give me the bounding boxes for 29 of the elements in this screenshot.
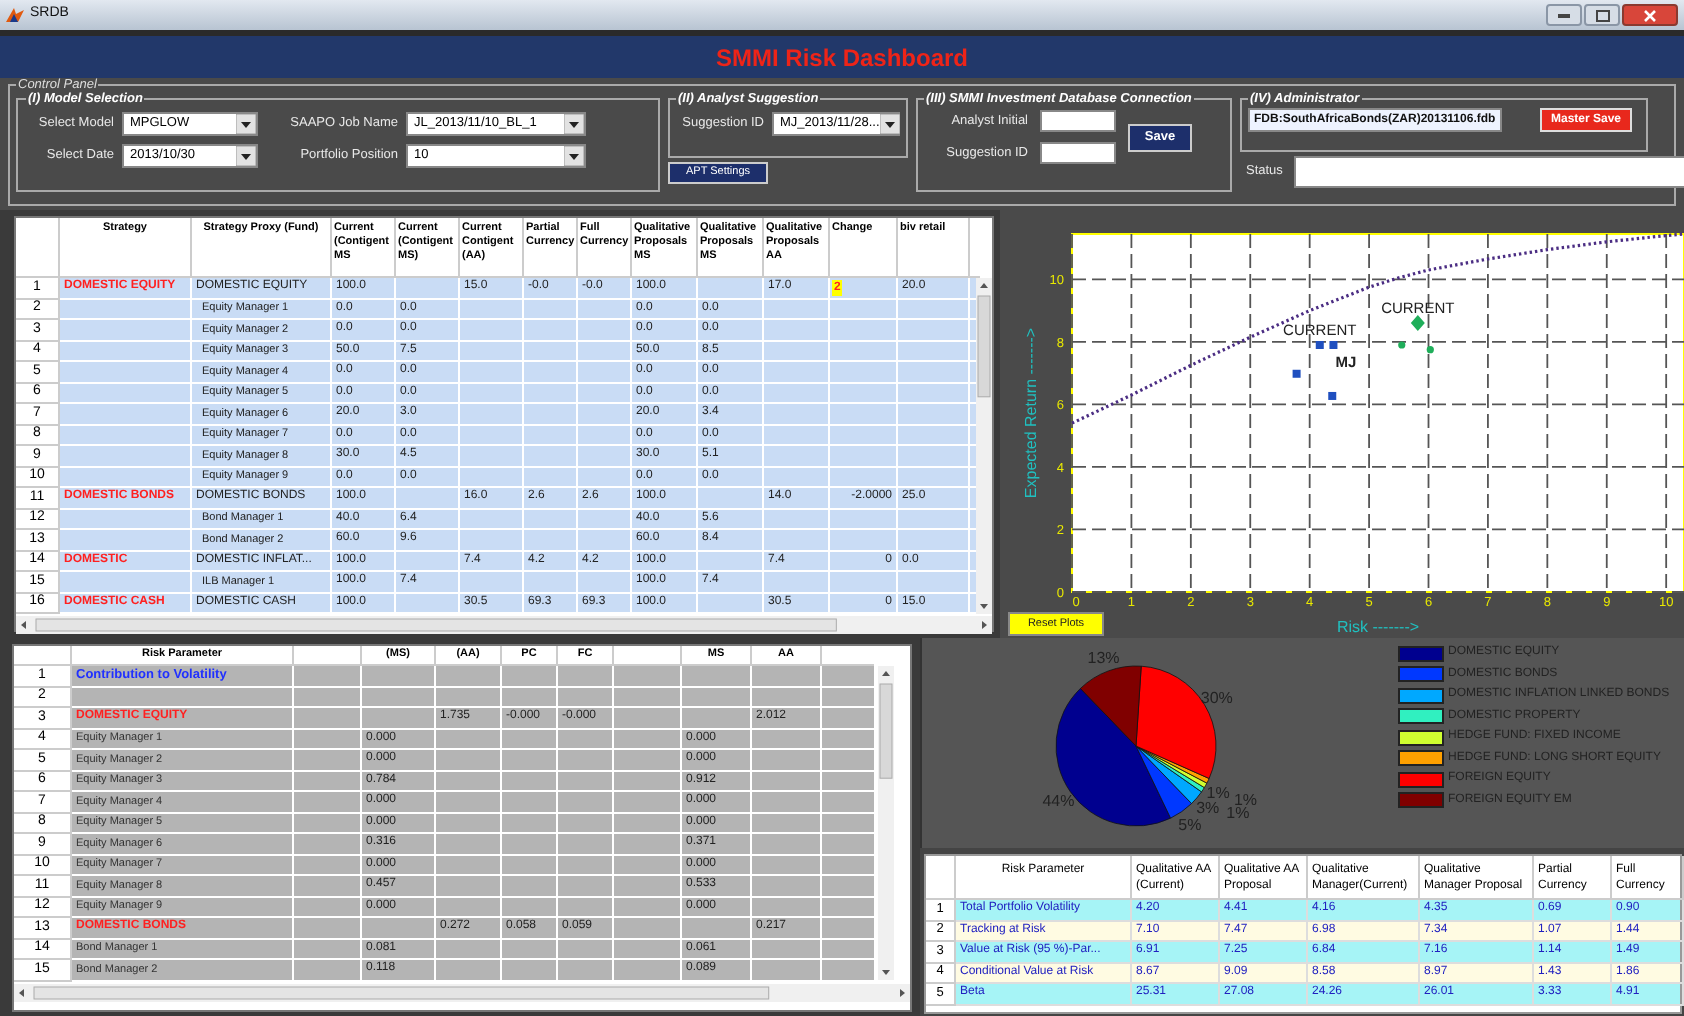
vertical-scrollbar[interactable] [878,666,894,980]
axis-label: Expected Return -------> [1022,327,1040,499]
close-icon [1644,9,1656,21]
data-point [1426,346,1434,354]
data-point [1329,341,1338,349]
caret-icon [236,114,256,134]
horizontal-scrollbar[interactable] [16,616,992,634]
caret-icon [236,146,256,166]
data-point [1315,341,1324,349]
horizontal-scrollbar[interactable] [14,983,910,1001]
data-point [1410,315,1425,332]
status-field[interactable] [1294,156,1684,188]
app-icon [6,6,24,24]
data-point [1328,391,1337,400]
maximize-icon [1595,9,1609,21]
dashboard-title: SMMI Risk Dashboard [715,41,969,75]
maximize-button[interactable] [1584,4,1620,26]
caret-icon [564,114,584,134]
minimize-icon [1558,13,1570,17]
data-point [1292,369,1301,378]
axis-label: Risk -------> [1336,618,1420,636]
caret-icon [564,146,584,166]
close-button[interactable] [1622,4,1678,26]
input-field[interactable] [1040,142,1116,164]
caret-icon [879,114,900,134]
data-point [1398,341,1406,349]
minimize-button[interactable] [1546,4,1582,26]
input-field[interactable] [1040,110,1116,132]
vertical-scrollbar[interactable] [976,278,992,614]
